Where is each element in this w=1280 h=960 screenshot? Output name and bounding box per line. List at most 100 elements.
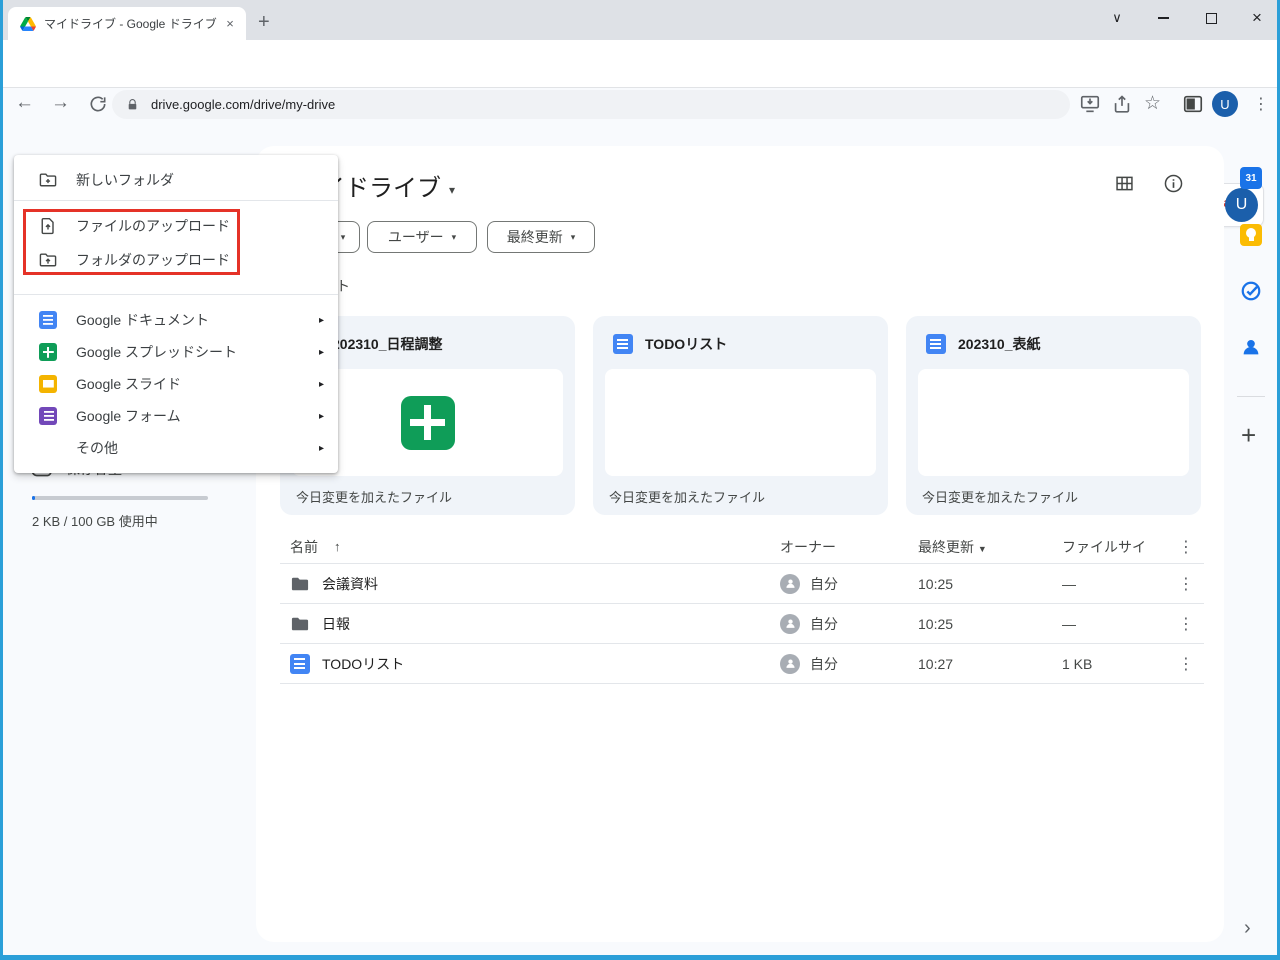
column-header-name[interactable]: 名前 [290, 537, 318, 557]
folder-icon [291, 577, 309, 590]
modified-time: 10:25 [918, 615, 954, 632]
row-kebab-menu[interactable]: ⋮ [1168, 614, 1204, 634]
window-border-left [0, 0, 3, 960]
chevron-down-icon: ▾ [449, 183, 456, 197]
column-header-modified[interactable]: 最終更新 ▼ [918, 537, 1062, 557]
storage-usage-text: 2 KB / 100 GB 使用中 [32, 514, 158, 529]
file-name: 日報 [322, 615, 350, 632]
storage-progress-bar [32, 496, 208, 500]
file-card-title: TODOリスト [645, 336, 728, 352]
row-kebab-menu[interactable]: ⋮ [1168, 654, 1204, 674]
submenu-arrow-icon: ▸ [318, 442, 324, 454]
menu-divider [14, 294, 338, 295]
menu-item-google-slides[interactable]: Google スライド ▸ [14, 368, 338, 400]
owner-name: 自分 [810, 575, 838, 592]
owner-avatar [780, 653, 800, 674]
table-row[interactable]: 日報 自分 10:25 — ⋮ [280, 604, 1204, 644]
hide-side-panel-chevron[interactable]: › [1244, 917, 1251, 940]
menu-item-label: Google スプレッドシート [76, 344, 238, 360]
docs-icon [613, 334, 633, 354]
menu-item-label: Google スライド [76, 376, 182, 392]
new-folder-icon [38, 170, 58, 190]
sheets-icon [38, 342, 58, 362]
submenu-arrow-icon: ▸ [318, 410, 324, 422]
contacts-icon[interactable] [1240, 336, 1262, 358]
tab-list-chevron-button[interactable]: ∨ [1094, 0, 1140, 36]
file-card-reason: 今日変更を加えたファイル [922, 490, 1079, 505]
header-kebab-menu[interactable]: ⋮ [1168, 537, 1204, 557]
get-add-ons-button[interactable]: + [1241, 420, 1256, 451]
new-menu-popup: 新しいフォルダ ファイルのアップロード フォルダのアップロード Google ド… [14, 155, 338, 473]
browser-window: マイドライブ - Google ドライブ × + ∨ × ← → ☆ U ⋮ ド… [0, 0, 1280, 960]
file-upload-icon [38, 216, 58, 236]
modified-time: 10:25 [918, 575, 954, 592]
folder-upload-icon [38, 250, 58, 270]
sheets-logo [400, 395, 455, 450]
file-preview [605, 369, 876, 476]
tab-close-button[interactable]: × [222, 16, 238, 32]
docs-icon [38, 310, 58, 330]
menu-item-google-forms[interactable]: Google フォーム ▸ [14, 400, 338, 432]
browser-tab[interactable]: マイドライブ - Google ドライブ × [8, 7, 246, 40]
sort-descending-icon: ▼ [977, 543, 987, 554]
submenu-arrow-icon: ▸ [318, 378, 324, 390]
file-size: — [1062, 615, 1076, 632]
file-card-reason: 今日変更を加えたファイル [609, 490, 766, 505]
submenu-arrow-icon: ▸ [318, 314, 324, 326]
info-icon[interactable] [1163, 173, 1184, 194]
chevron-down-icon: ▾ [340, 231, 346, 242]
file-card-title: 202310_表紙 [958, 336, 1041, 352]
docs-icon [926, 334, 946, 354]
menu-item-folder-upload[interactable]: フォルダのアップロード [14, 243, 338, 277]
main-content: マイドライブ▾ 種類▾ ユーザー▾ 最終更新▾ 候補リスト 202310_日程調… [256, 146, 1224, 942]
grid-view-toggle-icon[interactable] [1114, 173, 1135, 194]
owner-name: 自分 [810, 655, 838, 672]
close-window-button[interactable]: × [1234, 0, 1280, 36]
suggested-file-card[interactable]: TODOリスト 今日変更を加えたファイル [593, 316, 888, 515]
menu-item-label: その他 [76, 440, 118, 456]
tasks-icon[interactable] [1240, 280, 1262, 302]
keep-icon[interactable] [1240, 224, 1262, 246]
suggested-file-card[interactable]: 202310_表紙 今日変更を加えたファイル [906, 316, 1201, 515]
menu-item-google-docs[interactable]: Google ドキュメント ▸ [14, 304, 338, 336]
table-row[interactable]: TODOリスト 自分 10:27 1 KB ⋮ [280, 644, 1204, 684]
filter-chip-people[interactable]: ユーザー ▾ [367, 221, 477, 253]
column-header-size[interactable]: ファイルサイ [1062, 537, 1168, 557]
drive-header: ドライブ ? ECCS Cloud Mail Information Techn… [0, 88, 1280, 229]
sort-ascending-icon[interactable]: ↑ [334, 539, 341, 554]
owner-name: 自分 [810, 615, 838, 632]
menu-item-file-upload[interactable]: ファイルのアップロード [14, 209, 338, 243]
window-titlebar: マイドライブ - Google ドライブ × + ∨ × [0, 0, 1280, 40]
menu-item-label: Google フォーム [76, 408, 181, 424]
file-size: 1 KB [1062, 655, 1093, 672]
account-avatar[interactable]: U [1225, 188, 1258, 222]
row-kebab-menu[interactable]: ⋮ [1168, 574, 1204, 594]
menu-item-new-folder[interactable]: 新しいフォルダ [14, 160, 338, 200]
file-list-header: 名前 ↑ オーナー 最終更新 ▼ ファイルサイ ⋮ [280, 530, 1204, 564]
chevron-down-icon: ▾ [570, 231, 576, 242]
minimize-button[interactable] [1140, 0, 1186, 36]
maximize-icon [1205, 12, 1217, 24]
tab-title: マイドライブ - Google ドライブ [44, 17, 217, 31]
menu-item-more[interactable]: その他 ▸ [14, 432, 338, 464]
table-row[interactable]: 会議資料 自分 10:25 — ⋮ [280, 564, 1204, 604]
file-card-title: 202310_日程調整 [332, 336, 443, 352]
menu-item-label: 新しいフォルダ [76, 172, 174, 188]
maximize-button[interactable] [1188, 0, 1234, 36]
owner-avatar [780, 613, 800, 634]
file-list: 名前 ↑ オーナー 最終更新 ▼ ファイルサイ ⋮ 会議資料 自分 10:25 —… [280, 530, 1204, 684]
submenu-arrow-icon: ▸ [318, 346, 324, 358]
forms-icon [38, 406, 58, 426]
owner-avatar [780, 573, 800, 594]
menu-item-label: Google ドキュメント [76, 312, 210, 328]
new-tab-button[interactable]: + [258, 12, 270, 32]
column-header-owner[interactable]: オーナー [780, 537, 918, 557]
menu-item-google-sheets[interactable]: Google スプレッドシート ▸ [14, 336, 338, 368]
modified-time: 10:27 [918, 655, 954, 672]
filter-chip-modified[interactable]: 最終更新 ▾ [487, 221, 595, 253]
window-border-bottom [0, 955, 1280, 960]
calendar-icon[interactable]: 31 [1240, 167, 1262, 189]
side-panel-divider [1237, 396, 1265, 397]
slides-icon [38, 374, 58, 394]
